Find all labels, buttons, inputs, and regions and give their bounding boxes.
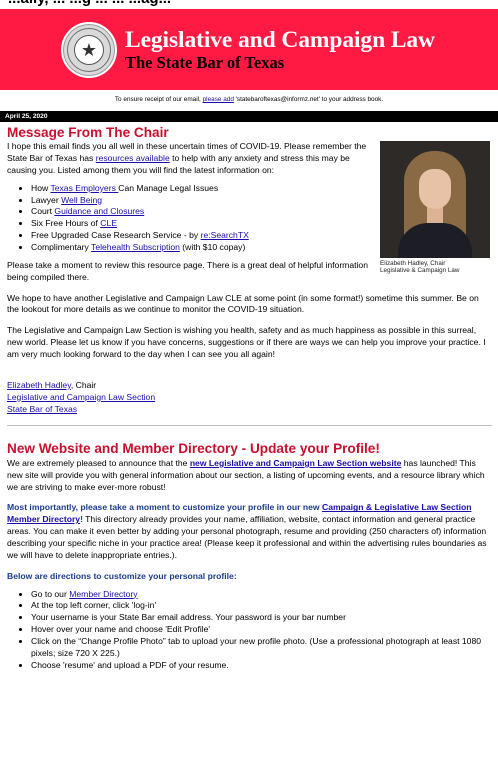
list-item: At the top left corner, click 'log-in' <box>31 600 492 612</box>
banner-subtitle: The State Bar of Texas <box>125 53 285 73</box>
guidance-closures-link[interactable]: Guidance and Closures <box>54 206 144 216</box>
chair-name-link[interactable]: Elizabeth Hadley <box>7 380 71 390</box>
list-item: Click on the “Change Profile Photo” tab … <box>31 636 492 660</box>
cle-link[interactable]: CLE <box>100 218 117 228</box>
chair-intro: I hope this email finds you all well in … <box>7 141 367 175</box>
list-item: Go to our Member Directory <box>31 589 492 601</box>
section-website-link[interactable]: new Legislative and Campaign Law Section… <box>190 458 402 468</box>
chair-signature: Elizabeth Hadley, Chair Legislative and … <box>7 379 156 414</box>
section-divider <box>7 425 492 427</box>
telehealth-link[interactable]: Telehealth Subscription <box>91 242 180 252</box>
profile-steps-list: Go to our Member Directory At the top le… <box>31 589 492 672</box>
wish-paragraph: The Legislative and Campaign Law Section… <box>7 325 486 360</box>
clipped-heading-text: ...ally, ... ...g ... ... ...ag... <box>8 0 171 9</box>
resource-list: How Texas Employers Can Manage Legal Iss… <box>31 183 375 254</box>
list-item: How Texas Employers Can Manage Legal Iss… <box>31 183 375 195</box>
directory-paragraph: Most importantly, please take a moment t… <box>7 502 487 560</box>
website-heading: New Website and Member Directory - Updat… <box>7 441 380 457</box>
texas-employers-link[interactable]: Texas Employers <box>50 183 118 193</box>
research-tx-link[interactable]: re:SearchTX <box>201 230 249 240</box>
chair-photo <box>380 140 490 258</box>
list-item: Court Guidance and Closures <box>31 206 375 218</box>
state-bar-link[interactable]: State Bar of Texas <box>7 404 77 414</box>
list-item: Lawyer Well Being <box>31 195 375 207</box>
list-item: Six Free Hours of CLE <box>31 218 375 230</box>
resources-available-link[interactable]: resources available <box>96 153 170 163</box>
top-clipped-heading: ...ally, ... ...g ... ... ...ag... <box>0 0 498 9</box>
issue-date-bar: April 25, 2020 <box>0 110 498 122</box>
review-paragraph: Please take a moment to review this reso… <box>7 259 368 282</box>
list-item: Choose 'resume' and upload a PDF of your… <box>31 660 492 672</box>
receipt-notice: To ensure receipt of our email, please a… <box>114 96 384 103</box>
website-announcement: We are extremely pleased to announce tha… <box>7 457 485 492</box>
chair-photo-caption: Elizabeth Hadley, Chair Legislative & Ca… <box>380 259 460 275</box>
list-item: Free Upgraded Case Research Service - by… <box>31 230 375 242</box>
section-link[interactable]: Legislative and Campaign Law Section <box>7 392 155 402</box>
please-add-link[interactable]: please add <box>203 96 234 103</box>
member-directory-step-link[interactable]: Member Directory <box>69 589 137 599</box>
banner-title: Legislative and Campaign Law <box>125 26 435 53</box>
newsletter-banner: ★ Legislative and Campaign Law The State… <box>0 9 498 90</box>
list-item: Your username is your State Bar email ad… <box>31 612 492 624</box>
newsletter-body: Message From The Chair Elizabeth Hadley,… <box>0 122 498 672</box>
well-being-link[interactable]: Well Being <box>61 195 102 205</box>
directions-heading: Below are directions to customize your p… <box>7 570 237 581</box>
chair-message-heading: Message From The Chair <box>7 124 169 140</box>
issue-date: April 25, 2020 <box>5 112 48 120</box>
state-bar-seal-icon: ★ <box>61 21 117 78</box>
chair-photo-block: Elizabeth Hadley, Chair Legislative & Ca… <box>380 140 490 275</box>
cle-paragraph: We hope to have another Legislative and … <box>7 292 479 315</box>
list-item: Hover over your name and choose 'Edit Pr… <box>31 624 492 636</box>
list-item: Complimentary Telehealth Subscription (w… <box>31 242 375 254</box>
chair-message-section: Message From The Chair Elizabeth Hadley,… <box>7 125 492 416</box>
website-section: New Website and Member Directory - Updat… <box>7 441 492 671</box>
